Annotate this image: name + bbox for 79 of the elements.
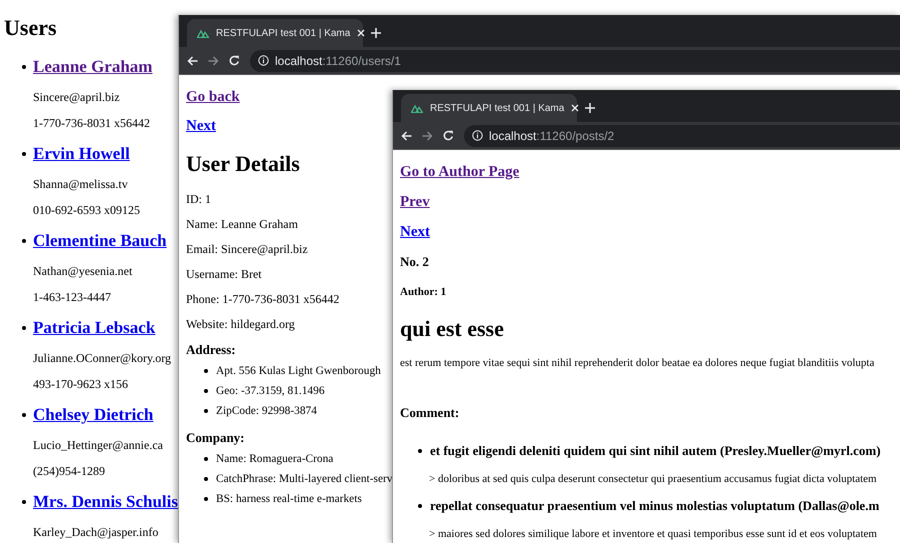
user-link[interactable]: Patricia Lebsack (33, 315, 156, 341)
mountain-logo-icon (411, 104, 423, 112)
list-item-text: ZipCode: 92998-3874 (216, 405, 317, 417)
detail-text: Website: hildegard.org (186, 316, 295, 333)
user-email: Julianne.OConner@kory.org (32, 350, 172, 367)
comment-body: > doloribus at sed quis culpa deserunt consectetur qui praesentium accusamus fugiat dicta voluptatem (428, 472, 877, 487)
bullet (204, 369, 208, 373)
section-heading: Company: (186, 429, 245, 447)
link[interactable]: Go back (186, 88, 240, 106)
link[interactable]: Go to Author Page (400, 163, 520, 181)
post-number: No. 2 (400, 253, 429, 271)
bullet (204, 457, 208, 461)
list-item-text: Name: Romaguera-Crona (216, 453, 334, 465)
bullet (22, 326, 26, 330)
detail-text: Email: Sincere@april.biz (186, 241, 308, 258)
user-email: Shanna@melissa.tv (32, 176, 128, 193)
user-email: Sincere@april.biz (32, 89, 120, 106)
comment-body: > maiores sed dolores similique labore et inventore et quasi temporibus esse sunt id et eos voluptatem (428, 527, 877, 542)
address-bar[interactable]: localhost:11260/posts/2 (464, 124, 900, 146)
info-icon[interactable] (258, 55, 269, 66)
comment-title: repellat consequatur praesentium vel minus molestias voluptatum (Dallas@ole.m (430, 498, 880, 514)
browser-tab[interactable]: RESTFULAPI test 001 | Kama (401, 94, 577, 122)
bullet (22, 65, 26, 69)
user-phone: 493-170-9623 x156 (32, 376, 128, 393)
user-link[interactable]: Mrs. Dennis Schulis (33, 489, 178, 515)
comment-title: et fugit eligendi deleniti quidem qui sint nihil autem (Presley.Mueller@myrl.com) (430, 443, 881, 459)
reload-icon[interactable] (229, 55, 240, 66)
detail-text: Name: Leanne Graham (186, 216, 298, 233)
address-bar[interactable]: localhost:11260/users/1 (250, 50, 900, 72)
page-heading: User Details (186, 150, 300, 178)
user-phone: 1-463-123-4447 (32, 289, 111, 306)
list-item-text: Geo: -37.3159, 81.1496 (216, 385, 325, 397)
bullet (418, 504, 422, 508)
page-heading: Users (4, 14, 57, 42)
back-arrow-icon[interactable] (187, 56, 198, 66)
post-author: Author: 1 (400, 285, 446, 300)
user-phone: (254)954-1289 (32, 463, 105, 480)
bullet (204, 409, 208, 413)
detail-text: Phone: 1-770-736-8031 x56442 (186, 291, 340, 308)
bullet (22, 413, 26, 417)
list-item-text: CatchPhrase: Multi-layered client-serv (216, 473, 392, 485)
post-title: qui est esse (400, 315, 504, 343)
bullet (22, 152, 26, 156)
user-link[interactable]: Chelsey Dietrich (33, 402, 154, 428)
link[interactable]: Prev (400, 193, 430, 211)
link[interactable]: Next (186, 117, 216, 135)
reload-icon[interactable] (443, 130, 454, 141)
section-heading: Address: (186, 341, 236, 359)
mountain-logo-icon (197, 28, 209, 38)
post-body: est rerum tempore vitae sequi sint nihil reprehenderit dolor beatae ea dolores neque fugiat blanditiis volupta (400, 356, 874, 371)
new-tab-icon[interactable] (585, 103, 595, 113)
bullet (204, 389, 208, 393)
user-phone: 1-770-736-8031 x56442 (32, 115, 150, 132)
list-item-text: BS: harness real-time e-markets (216, 493, 362, 505)
bullet (22, 500, 26, 504)
list-item-text: Apt. 556 Kulas Light Gwenborough (216, 365, 381, 377)
bullet (418, 449, 422, 453)
link[interactable]: Next (400, 223, 430, 241)
forward-arrow-icon[interactable] (208, 56, 219, 66)
user-email: Lucio_Hettinger@annie.ca (32, 437, 163, 454)
user-link[interactable]: Leanne Graham (33, 54, 152, 80)
detail-text: Username: Bret (186, 266, 262, 283)
back-arrow-icon[interactable] (401, 130, 412, 140)
bullet (22, 239, 26, 243)
section-heading: Comment: (400, 404, 460, 422)
user-link[interactable]: Ervin Howell (33, 141, 130, 167)
detail-text: ID: 1 (186, 191, 211, 208)
forward-arrow-icon[interactable] (422, 130, 433, 140)
user-phone: 010-692-6593 x09125 (32, 202, 140, 219)
bullet (204, 497, 208, 501)
close-icon[interactable] (357, 29, 366, 37)
close-icon[interactable] (571, 104, 580, 112)
user-link[interactable]: Clementine Bauch (33, 228, 167, 254)
new-tab-icon[interactable] (371, 28, 381, 38)
user-email: Nathan@yesenia.net (32, 263, 132, 280)
bullet (204, 477, 208, 481)
info-icon[interactable] (472, 130, 483, 141)
user-email: Karley_Dach@jasper.info (32, 524, 158, 541)
browser-tab[interactable]: RESTFULAPI test 001 | Kama (187, 19, 363, 47)
